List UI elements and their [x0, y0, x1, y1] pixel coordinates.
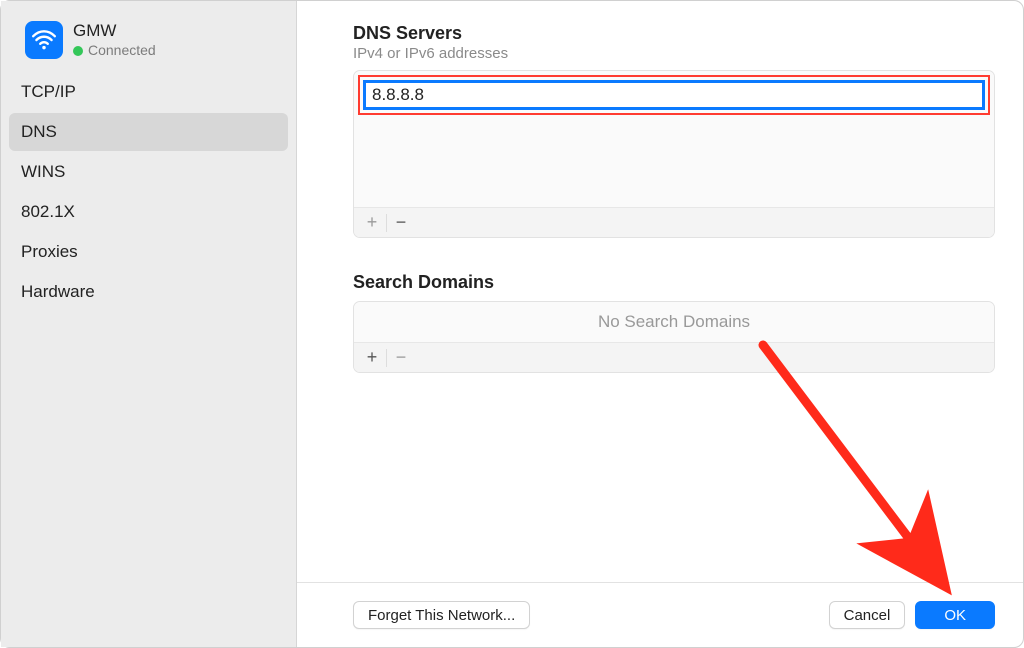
search-domains-list: No Search Domains + −	[353, 301, 995, 373]
sidebar-list: TCP/IP DNS WINS 802.1X Proxies Hardware	[1, 73, 296, 311]
network-status: Connected	[73, 42, 156, 59]
forget-network-button[interactable]: Forget This Network...	[353, 601, 530, 629]
main-panel: DNS Servers IPv4 or IPv6 addresses + − S…	[297, 1, 1023, 647]
status-dot-icon	[73, 46, 83, 56]
sidebar: GMW Connected TCP/IP DNS WINS 802.1X Pro…	[1, 1, 297, 647]
status-text: Connected	[88, 42, 156, 59]
wifi-icon	[25, 21, 63, 59]
dns-add-button[interactable]: +	[360, 211, 384, 235]
cancel-button[interactable]: Cancel	[829, 601, 906, 629]
domains-title: Search Domains	[353, 272, 995, 293]
sidebar-item-wins[interactable]: WINS	[9, 153, 288, 191]
domains-list-footer: + −	[354, 342, 994, 372]
sidebar-item-proxies[interactable]: Proxies	[9, 233, 288, 271]
sidebar-item-dns[interactable]: DNS	[9, 113, 288, 151]
network-name: GMW	[73, 21, 156, 41]
sidebar-item-hardware[interactable]: Hardware	[9, 273, 288, 311]
domains-empty-text[interactable]: No Search Domains	[354, 302, 994, 342]
dns-title: DNS Servers	[353, 23, 995, 44]
bottom-bar: Forget This Network... Cancel OK	[297, 582, 1023, 647]
dns-subtitle: IPv4 or IPv6 addresses	[353, 45, 995, 62]
content: DNS Servers IPv4 or IPv6 addresses + − S…	[297, 1, 1023, 582]
domains-add-button[interactable]: +	[360, 346, 384, 370]
ok-button[interactable]: OK	[915, 601, 995, 629]
dns-servers-list: + −	[353, 70, 995, 238]
divider	[386, 214, 387, 232]
domains-remove-button[interactable]: −	[389, 346, 413, 370]
sidebar-item-tcpip[interactable]: TCP/IP	[9, 73, 288, 111]
dns-remove-button[interactable]: −	[389, 211, 413, 235]
divider	[386, 349, 387, 367]
dns-list-footer: + −	[354, 207, 994, 237]
dns-entry-highlight	[358, 75, 990, 115]
dns-entry-input[interactable]	[363, 80, 985, 110]
dns-list-items[interactable]	[354, 71, 994, 207]
network-info: GMW Connected	[73, 21, 156, 59]
network-header: GMW Connected	[1, 17, 296, 73]
sidebar-item-8021x[interactable]: 802.1X	[9, 193, 288, 231]
